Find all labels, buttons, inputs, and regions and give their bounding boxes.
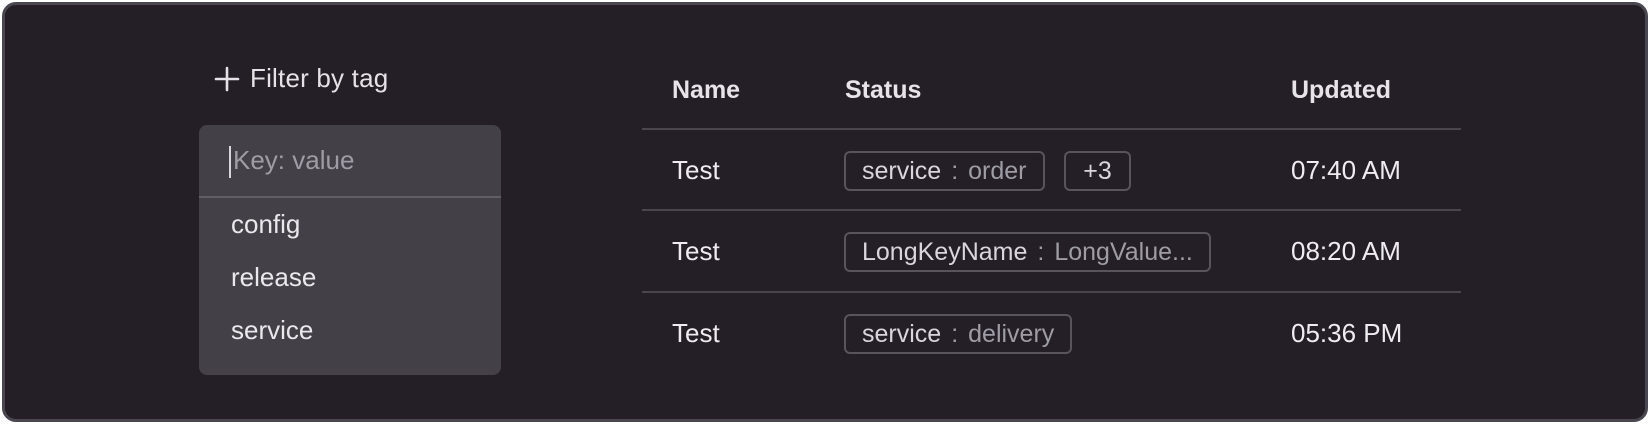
tag-value: order: [968, 156, 1027, 185]
window-frame: Filter by tag config release service Nam…: [2, 2, 1648, 422]
column-header-name[interactable]: Name: [672, 76, 740, 105]
dropdown-option-release[interactable]: release: [231, 262, 316, 293]
column-header-updated[interactable]: Updated: [1291, 76, 1391, 105]
row-name: Test: [672, 318, 720, 348]
tag-search-input[interactable]: [233, 138, 483, 182]
row-name: Test: [672, 236, 720, 266]
row-updated-time: 07:40 AM: [1291, 155, 1401, 185]
tag-search-field-wrapper: [199, 125, 501, 198]
tag-key: LongKeyName: [862, 237, 1028, 266]
row-name: Test: [672, 155, 720, 185]
tag-filter-dropdown: config release service: [199, 125, 501, 375]
more-tags-badge[interactable]: +3: [1064, 151, 1131, 191]
tag-separator: :: [1037, 237, 1045, 266]
status-tag[interactable]: service : delivery: [844, 314, 1073, 354]
row-updated-time: 05:36 PM: [1291, 318, 1403, 348]
tag-key: service: [862, 319, 942, 348]
header-divider: [642, 128, 1461, 130]
dropdown-option-service[interactable]: service: [231, 315, 313, 346]
tag-separator: :: [951, 319, 959, 348]
filter-by-tag-button[interactable]: Filter by tag: [214, 63, 388, 94]
status-tag[interactable]: LongKeyName : LongValue...: [844, 232, 1211, 272]
row-updated-time: 08:20 AM: [1291, 236, 1401, 266]
tag-value: LongValue...: [1054, 237, 1193, 266]
tag-key: service: [862, 156, 942, 185]
row-divider: [642, 209, 1461, 211]
column-header-status[interactable]: Status: [845, 76, 921, 105]
tag-separator: :: [951, 156, 959, 185]
text-cursor: [229, 146, 231, 178]
tag-value: delivery: [968, 319, 1055, 348]
dropdown-option-config[interactable]: config: [231, 209, 300, 240]
filter-by-tag-label: Filter by tag: [250, 63, 389, 93]
row-divider: [642, 291, 1461, 293]
status-tag[interactable]: service : order: [844, 151, 1045, 191]
plus-icon: [214, 66, 240, 91]
